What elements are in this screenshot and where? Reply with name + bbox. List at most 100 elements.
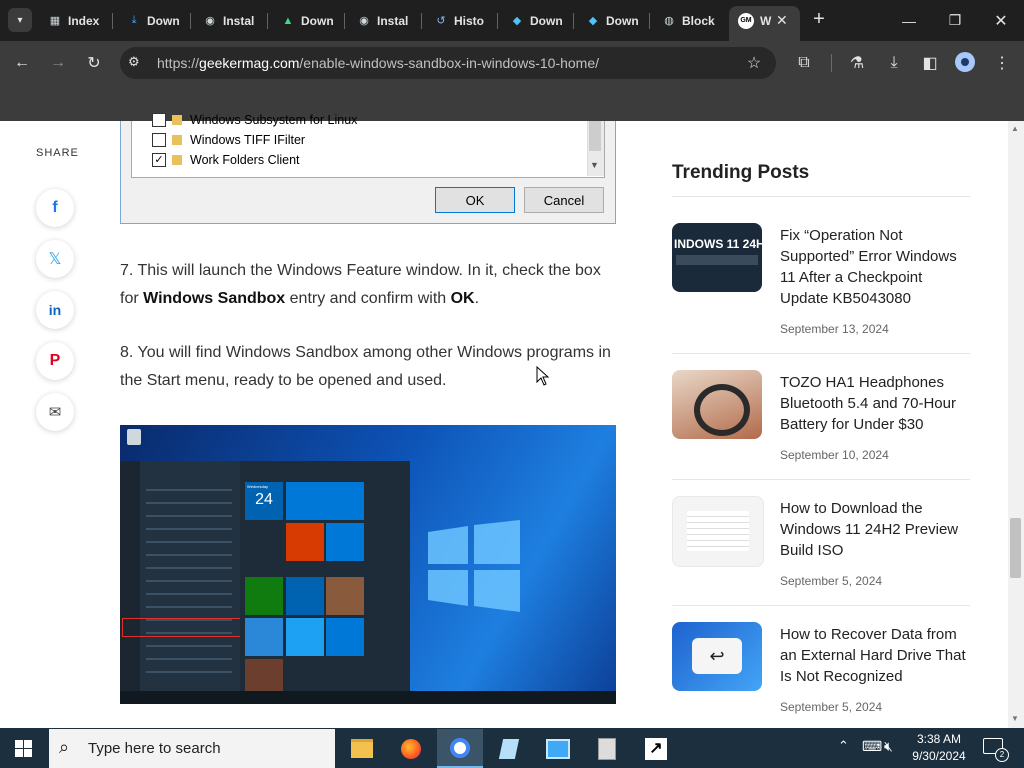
headphones-image bbox=[694, 384, 750, 436]
clock-date[interactable]: 9/30/2024 bbox=[909, 749, 969, 763]
tab-geekermag[interactable]: GM W bbox=[738, 6, 771, 35]
clock-time[interactable]: 3:38 AM bbox=[909, 732, 969, 746]
email-share-button[interactable]: ✉ bbox=[36, 393, 74, 431]
windows-logo-icon bbox=[428, 520, 520, 612]
window-close-icon[interactable]: ✕ bbox=[978, 0, 1024, 41]
menu-kebab-icon[interactable]: ⋮ bbox=[991, 52, 1013, 74]
facebook-share-button[interactable]: f bbox=[36, 189, 74, 227]
scrollbar-thumb[interactable] bbox=[1010, 518, 1021, 578]
volume-muted-icon[interactable]: 🔇︎ bbox=[884, 738, 893, 755]
weather-tile bbox=[245, 618, 283, 656]
github-icon: ◉ bbox=[359, 15, 369, 27]
sandbox-highlight bbox=[122, 618, 241, 637]
extensions-icon[interactable]: ⧉ bbox=[793, 52, 815, 74]
linkedin-share-button[interactable]: in bbox=[36, 291, 74, 329]
x-icon: 𝕏 bbox=[48, 251, 62, 268]
title-divider bbox=[672, 196, 970, 197]
tab-index[interactable]: ▦ Index bbox=[48, 6, 104, 35]
tab-search-button[interactable]: ▾ bbox=[8, 8, 32, 32]
new-tab-button[interactable]: + bbox=[808, 8, 830, 30]
profile-avatar-icon[interactable] bbox=[955, 52, 975, 72]
reload-icon[interactable]: ↻ bbox=[83, 52, 105, 74]
diamond-icon: ◆ bbox=[588, 15, 598, 27]
tab-separator bbox=[267, 13, 268, 29]
android-icon: ▲ bbox=[282, 14, 294, 27]
tab-download-1[interactable]: ⤓ Down bbox=[127, 6, 183, 35]
network-icon[interactable]: ⌨ bbox=[862, 738, 882, 755]
bookmark-star-icon[interactable]: ☆ bbox=[743, 52, 765, 74]
mouse-cursor-icon bbox=[536, 366, 550, 386]
github-icon: ◉ bbox=[205, 15, 215, 27]
calendar-tile: Wednesday 24 bbox=[245, 482, 283, 520]
tab-separator bbox=[344, 13, 345, 29]
history-icon: ↺ bbox=[436, 15, 446, 27]
search-placeholder: Type here to search bbox=[88, 740, 221, 757]
feature-item: Windows TIFF IFilter bbox=[152, 133, 305, 147]
recycle-bin-icon bbox=[127, 429, 141, 445]
post-thumbnail[interactable] bbox=[672, 370, 762, 439]
tab-separator bbox=[112, 13, 113, 29]
forward-icon[interactable]: → bbox=[47, 52, 69, 74]
post-thumbnail[interactable] bbox=[672, 496, 764, 567]
back-icon[interactable]: ← bbox=[11, 52, 33, 74]
pinterest-icon: P bbox=[49, 352, 61, 369]
firefox-icon[interactable] bbox=[388, 729, 434, 768]
windows-start-icon[interactable] bbox=[15, 740, 32, 757]
downloads-icon[interactable]: ⤓ bbox=[883, 52, 905, 74]
store-tile bbox=[326, 618, 364, 656]
post-divider bbox=[672, 353, 970, 354]
url-text[interactable]: https://geekermag.com/enable-windows-san… bbox=[157, 55, 599, 71]
mail-tile bbox=[286, 482, 364, 520]
minimize-icon[interactable]: — bbox=[886, 0, 932, 41]
control-panel-icon[interactable] bbox=[535, 729, 581, 768]
screenshot-image bbox=[687, 511, 749, 551]
tab-block[interactable]: ◍ Block bbox=[662, 6, 718, 35]
tab-install-2[interactable]: ◉ Instal bbox=[357, 6, 413, 35]
restore-icon[interactable]: ❐ bbox=[932, 0, 978, 41]
tab-history[interactable]: ↺ Histo bbox=[434, 6, 490, 35]
shortcut-app-icon[interactable]: ↗ bbox=[633, 729, 679, 768]
gm-icon: GM bbox=[738, 12, 754, 29]
labs-flask-icon[interactable]: ⚗ bbox=[846, 52, 868, 74]
tab-separator bbox=[649, 13, 650, 29]
tab-download-3[interactable]: ◆ Down bbox=[510, 6, 566, 35]
checkbox-icon bbox=[152, 133, 166, 147]
scroll-down-icon[interactable]: ▼ bbox=[1011, 714, 1019, 723]
post-date: September 5, 2024 bbox=[780, 700, 883, 714]
list-scroll-down-icon: ▼ bbox=[590, 160, 599, 170]
tab-close-icon[interactable]: ✕ bbox=[776, 12, 790, 28]
feature-item: Windows Subsystem for Linux bbox=[152, 113, 357, 127]
post-title-link[interactable]: How to Recover Data from an External Har… bbox=[780, 624, 972, 687]
side-panel-icon[interactable]: ◧ bbox=[919, 52, 941, 74]
file-explorer-icon[interactable] bbox=[339, 729, 385, 768]
chrome-icon[interactable] bbox=[437, 729, 483, 768]
tab-download-4[interactable]: ◆ Down bbox=[586, 6, 642, 35]
x-share-button[interactable]: 𝕏 bbox=[36, 240, 74, 278]
envelope-icon: ✉ bbox=[48, 404, 62, 421]
notepad-icon[interactable] bbox=[486, 729, 532, 768]
book-icon: ▦ bbox=[49, 15, 61, 27]
tab-install-1[interactable]: ◉ Instal bbox=[203, 6, 259, 35]
feature-item: ✓ Work Folders Client bbox=[152, 153, 300, 167]
features-list: Windows Subsystem for Linux Windows TIFF… bbox=[131, 113, 605, 178]
post-date: September 10, 2024 bbox=[780, 448, 889, 462]
scroll-up-icon[interactable]: ▲ bbox=[1011, 124, 1019, 133]
post-divider bbox=[672, 605, 970, 606]
show-hidden-icons-icon[interactable]: ⌃ bbox=[838, 738, 849, 754]
office-tile bbox=[286, 523, 324, 561]
post-thumbnail[interactable]: ↩ bbox=[672, 622, 762, 691]
post-thumbnail[interactable]: INDOWS 11 24H bbox=[672, 223, 762, 292]
download-icon: ⤓ bbox=[131, 14, 137, 26]
tab-download-2[interactable]: ▲ Down bbox=[281, 6, 337, 35]
xbox-tile bbox=[245, 577, 283, 615]
share-label: SHARE bbox=[36, 147, 79, 159]
post-title-link[interactable]: How to Download the Windows 11 24H2 Prev… bbox=[780, 498, 972, 561]
post-title-link[interactable]: Fix “Operation Not Supported” Error Wind… bbox=[780, 225, 972, 309]
pinterest-share-button[interactable]: P bbox=[36, 342, 74, 380]
post-title-link[interactable]: TOZO HA1 Headphones Bluetooth 5.4 and 70… bbox=[780, 372, 972, 435]
installer-icon[interactable] bbox=[584, 729, 630, 768]
page-scrollbar[interactable] bbox=[1008, 121, 1024, 728]
image-tile bbox=[326, 577, 364, 615]
site-info-icon[interactable]: ⚙ bbox=[128, 54, 146, 72]
notification-count-badge: 2 bbox=[995, 748, 1009, 762]
